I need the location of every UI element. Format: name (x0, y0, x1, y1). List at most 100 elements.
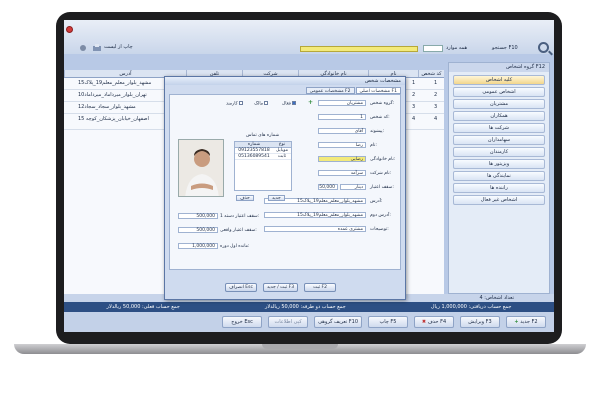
cell-code: 1 (434, 80, 438, 86)
sidebar-title: گروه اشخاص F12 (449, 63, 549, 72)
balance-in-field[interactable]: 500,000 (178, 213, 218, 219)
print-icon[interactable] (92, 44, 102, 52)
cell-address: مشهد_بلوار_سجاد_سجاد12 (78, 104, 136, 110)
dialog-title: مشخصات شخص (165, 77, 405, 85)
tab-main-info[interactable]: مشخصات اصلی F1 (355, 87, 401, 94)
app-screen: چاپ از لیست همه موارد جستجو F10 کد شخص ن… (64, 20, 554, 332)
checkbox-active[interactable]: فعال (282, 101, 296, 107)
check-icon (291, 101, 296, 105)
new-button-label: جدید F2 (520, 319, 538, 325)
checkbox-owner-label: مالک (254, 101, 264, 107)
delete-button[interactable]: ✖ حذف F4 (414, 316, 454, 328)
dialog-buttons: ثبت F2 ثبت / جدید F3 انصراف Esc (225, 283, 337, 292)
cancel-button[interactable]: انصراف Esc (225, 283, 257, 292)
last-name-label: نام خانوادگی: (370, 157, 396, 162)
address2-field[interactable]: مشهد_بلوار_معلم_معلم19_پلاک15 (264, 212, 366, 218)
last-name-field[interactable]: رضایی (318, 156, 366, 162)
description-field[interactable]: مشتری عمده (264, 226, 366, 232)
search-icon[interactable] (538, 42, 549, 53)
checkbox-active-label: فعال (282, 101, 291, 107)
phones-table: نوع شماره موبایل 09123557818 ثابت 051360… (234, 141, 292, 191)
cell-address: مشهد_بلوار_معلم_معلم19_پلاک15 (78, 80, 152, 86)
cell-address: تهران_بلوار_میرداماد_میرداماد10 (78, 92, 147, 98)
close-icon[interactable] (66, 26, 73, 33)
first-name-label: نام: (370, 143, 377, 148)
sidebar-item-visitors[interactable]: ویزیتور ها (453, 159, 545, 169)
checkbox-box (264, 101, 269, 105)
exit-button[interactable]: خروج Esc (222, 316, 263, 328)
add-group-icon[interactable]: + (308, 99, 313, 106)
bottom-toolbar: + جدید F2 ویرایش F3 ✖ حذف F4 چاپ F5 تعری… (64, 312, 554, 332)
search-label: جستجو F10 (492, 45, 518, 51)
print-button[interactable]: چاپ F5 (368, 316, 408, 328)
laptop-notch (262, 344, 338, 349)
first-name-field[interactable]: رضا (318, 142, 366, 148)
cell-code: 2 (434, 92, 438, 98)
save-button[interactable]: ثبت F2 (304, 283, 337, 292)
sidebar-item-companies[interactable]: شرکت ها (453, 123, 545, 133)
sidebar-item-drivers[interactable]: راننده ها (453, 183, 545, 193)
sidebar-item-agencies[interactable]: نمایندگی ها (453, 171, 545, 181)
credit-label: سقف اعتبار: (370, 185, 394, 190)
cell-address: اصفهان_خیابان_پزشکان_کوچه 15 (78, 116, 149, 122)
add-phone-button[interactable]: جدید (268, 195, 285, 201)
group-filter-label: همه موارد (446, 45, 468, 51)
group-sidebar: گروه اشخاص F12 کلیه اشخاص اشخاص عمومی مش… (448, 62, 550, 294)
dialog-body: فعال مالک کارمند گروه شخص: مشتریان + کد … (169, 94, 401, 270)
new-button[interactable]: + جدید F2 (506, 316, 546, 328)
sidebar-item-employees[interactable]: کارمندان (453, 147, 545, 157)
company-field[interactable]: سرآمد (318, 170, 366, 176)
plus-icon: + (514, 319, 519, 325)
edit-button[interactable]: ویرایش F3 (460, 316, 500, 328)
settings-icon[interactable] (78, 44, 88, 52)
credit-unit-select[interactable]: دینار (340, 184, 366, 190)
dialog-tabs: مشخصات اصلی F1 مشخصات عمومی F2 (305, 87, 401, 94)
checkbox-employee[interactable]: کارمند (226, 101, 243, 107)
prefix-select[interactable]: آقای (318, 128, 366, 134)
balance-out-field[interactable]: 500,000 (178, 227, 218, 233)
phone-col-number: شماره (247, 142, 261, 147)
person-photo[interactable] (178, 139, 224, 197)
sidebar-item-inactive[interactable]: اشخاص غیر فعال (453, 195, 545, 205)
phones-label: شماره های تماس (246, 133, 280, 138)
sum-received: جمع حساب دریافتی: 1,000,000 ریال (430, 304, 512, 310)
sidebar-item-all[interactable]: کلیه اشخاص (453, 75, 545, 85)
checkbox-box (238, 101, 243, 105)
tab-general-info[interactable]: مشخصات عمومی F2 (305, 87, 355, 94)
phone-row[interactable]: ثابت 05136089541 (235, 154, 291, 160)
phone-col-type: نوع (278, 142, 286, 147)
phone-number: 09123557818 (238, 148, 270, 153)
cell-row-number: 3 (412, 104, 416, 110)
sidebar-item-general[interactable]: اشخاص عمومی (453, 87, 545, 97)
cell-code: 4 (434, 116, 438, 122)
code-field[interactable]: 1 (318, 114, 366, 120)
person-dialog: مشخصات شخص مشخصات اصلی F1 مشخصات عمومی F… (164, 76, 406, 300)
address2-label: آدرس دوم: (370, 213, 391, 218)
description-label: توضیحات: (370, 227, 389, 232)
sidebar-item-customers[interactable]: مشتریان (453, 99, 545, 109)
group-filter-select[interactable] (423, 45, 443, 52)
prefix-label: پیشوند: (370, 129, 385, 134)
credit-field[interactable]: 50,000 (318, 184, 338, 190)
save-new-button[interactable]: ثبت / جدید F3 (263, 283, 299, 292)
sidebar-item-shareholders[interactable]: سهامداران (453, 135, 545, 145)
phone-type: موبایل (275, 148, 289, 153)
delete-button-label: حذف F4 (427, 319, 447, 325)
sidebar-item-colleagues[interactable]: همکاران (453, 111, 545, 121)
phone-type: ثابت (277, 154, 287, 159)
col-header-code[interactable]: کد شخص (418, 70, 444, 77)
summary-bar: جمع حساب دریافتی: 1,000,000 ریال جمع حسا… (64, 302, 554, 312)
phone-number: 05136089541 (238, 154, 270, 159)
opening-balance-field[interactable]: 1,000,000 (178, 243, 218, 249)
copy-info-button[interactable]: کپی اطلاعات (268, 316, 309, 328)
search-input[interactable] (300, 46, 418, 52)
cell-row-number: 1 (412, 80, 416, 86)
cell-row-number: 2 (412, 92, 416, 98)
print-from-list-button[interactable]: چاپ از لیست (104, 44, 133, 50)
group-field[interactable]: مشتریان (318, 100, 366, 106)
group-define-button[interactable]: تعریف گروهی F10 (314, 316, 362, 328)
checkbox-owner[interactable]: مالک (254, 101, 269, 107)
balance-out-label: سقف اعتبار واقعی: (220, 228, 257, 233)
delete-phone-button[interactable]: حذف (236, 195, 254, 201)
cell-code: 3 (434, 104, 438, 110)
